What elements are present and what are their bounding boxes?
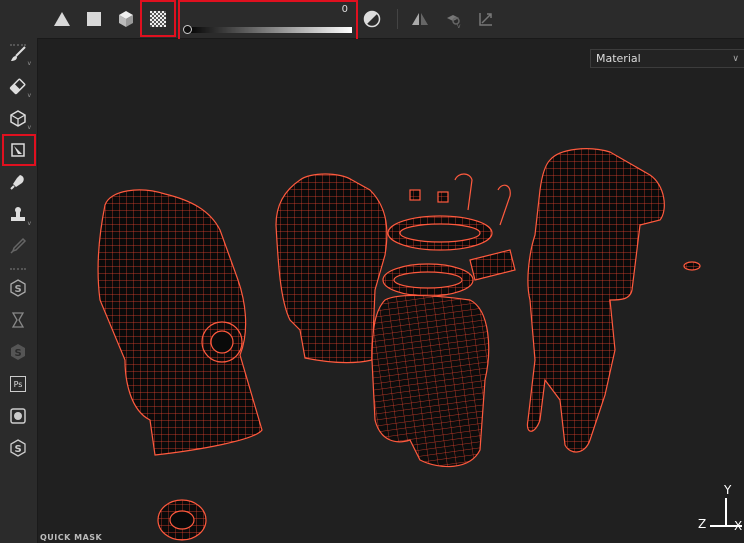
substance-icon[interactable]: S	[8, 278, 28, 298]
quick-mask-label[interactable]: QUICK MASK	[40, 533, 102, 542]
clone-icon[interactable]: v	[8, 204, 31, 227]
eraser-submenu-icon: v	[27, 92, 31, 99]
projection-icon[interactable]: v	[8, 108, 31, 131]
display-mode-value: Material	[596, 52, 641, 65]
display-mode-select[interactable]: Material ∨	[590, 49, 744, 68]
contrast-icon[interactable]	[362, 9, 382, 29]
3d-viewport[interactable]: Material ∨ Y Z X	[38, 39, 744, 543]
toolbar-divider	[397, 9, 398, 29]
projection-submenu-icon: v	[27, 124, 31, 131]
toolbar-separator	[10, 268, 26, 272]
axis-y-label: Y	[724, 483, 732, 497]
settings-sub-icon[interactable]: v	[443, 9, 463, 29]
substance-dim-icon[interactable]: S	[8, 342, 28, 362]
slider-highlight	[178, 0, 358, 41]
brush-submenu-icon: v	[27, 60, 31, 67]
symmetry-icon[interactable]	[410, 9, 430, 29]
substance-share-icon[interactable]: S	[8, 438, 28, 458]
transform-icon[interactable]	[476, 9, 496, 29]
triangle-icon[interactable]	[52, 9, 72, 29]
checker-highlight	[140, 0, 176, 37]
photoshop-icon[interactable]: Ps	[8, 374, 28, 394]
axis-x-label: X	[734, 519, 743, 533]
square-icon[interactable]	[84, 9, 104, 29]
cube-icon[interactable]	[116, 9, 136, 29]
chevron-down-icon: ∨	[732, 54, 739, 64]
svg-text:S: S	[15, 444, 22, 455]
mesh-wireframe	[97, 148, 701, 541]
svg-text:S: S	[15, 348, 22, 359]
photoshop-label: Ps	[10, 376, 26, 392]
top-toolbar: 0 v	[0, 0, 744, 41]
hourglass-icon[interactable]	[8, 310, 28, 330]
color-picker-icon[interactable]	[8, 236, 28, 256]
polygon-fill-highlight	[2, 134, 36, 166]
left-toolbar: v v v v S S Ps S	[0, 38, 38, 543]
svg-text:v: v	[457, 23, 461, 28]
export-icon[interactable]	[8, 406, 28, 426]
smudge-icon[interactable]	[8, 172, 28, 192]
axis-z-label: Z	[698, 517, 707, 531]
eraser-icon[interactable]: v	[8, 76, 31, 99]
clone-submenu-icon: v	[27, 220, 31, 227]
svg-text:S: S	[15, 284, 22, 295]
brush-icon[interactable]: v	[8, 44, 31, 67]
